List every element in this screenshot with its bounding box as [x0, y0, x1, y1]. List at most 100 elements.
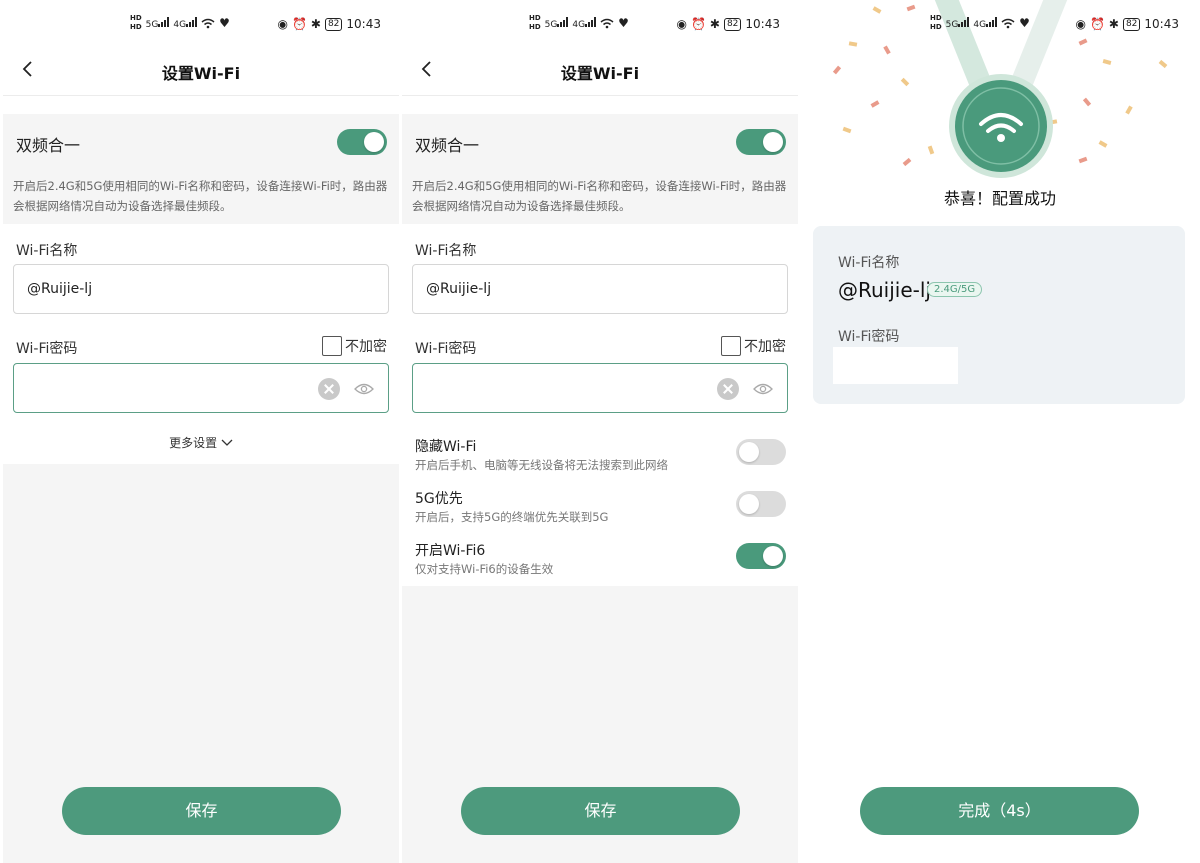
- password-input[interactable]: [13, 363, 389, 413]
- signal-4g-icon: 4G: [572, 16, 597, 30]
- success-medal: [949, 74, 1053, 178]
- more-settings-toggle[interactable]: 更多设置: [3, 434, 399, 451]
- setup-screen-expanded: HD HD 5G 4G ♥ ◉ ⏰ ✱ 82 10:43 设置Wi-Fi 双频合一…: [402, 0, 798, 863]
- wifi-icon: [600, 18, 614, 28]
- option-title: 5G优先: [415, 491, 463, 507]
- alarm-icon: ⏰: [291, 17, 307, 31]
- password-label: Wi-Fi密码: [838, 329, 900, 345]
- save-button[interactable]: 保存: [461, 787, 740, 835]
- dual-band-toggle[interactable]: [337, 129, 387, 155]
- more-settings-label: 更多设置: [169, 436, 218, 450]
- heart-icon: ♥: [618, 16, 629, 30]
- no-encrypt-checkbox[interactable]: [721, 336, 741, 356]
- show-password-icon[interactable]: [354, 381, 374, 397]
- dual-band-row: 双频合一: [402, 114, 798, 170]
- ssid-value: @Ruijie-lj: [426, 281, 492, 297]
- status-bar: HD HD 5G 4G ♥ ◉ ⏰ ✱ 82 10:43: [130, 14, 381, 31]
- save-button[interactable]: 保存: [62, 787, 341, 835]
- option-row-5g-priority: 5G优先 开启后，支持5G的终端优先关联到5G: [402, 482, 798, 534]
- page-header: 设置Wi-Fi: [402, 48, 798, 96]
- signal-5g-icon: 5G: [146, 16, 170, 30]
- eye-icon: ◉: [277, 17, 288, 31]
- ssid-value: @Ruijie-lj: [27, 281, 93, 297]
- show-password-icon[interactable]: [753, 381, 773, 397]
- confetti-piece: [832, 65, 842, 75]
- ssid-input[interactable]: @Ruijie-lj: [412, 264, 788, 314]
- password-label: Wi-Fi密码: [415, 341, 477, 357]
- signal-5g-icon: 5G: [545, 16, 569, 30]
- page-header: 设置Wi-Fi: [3, 48, 399, 96]
- bluetooth-icon: ✱: [1108, 17, 1119, 31]
- clear-icon[interactable]: [717, 378, 739, 400]
- confetti-piece: [842, 126, 852, 134]
- alarm-icon: ⏰: [690, 17, 706, 31]
- battery-icon: 82: [324, 17, 343, 31]
- dual-band-toggle[interactable]: [736, 129, 786, 155]
- no-encrypt-label: 不加密: [744, 339, 786, 355]
- wifi-icon: [962, 87, 1040, 165]
- option-subtitle: 开启后手机、电脑等无线设备将无法搜索到此网络: [415, 458, 668, 472]
- clock-time: 10:43: [745, 17, 780, 31]
- signal-4g-icon: 4G: [973, 16, 998, 30]
- password-label: Wi-Fi密码: [16, 341, 78, 357]
- dual-band-label: 双频合一: [16, 136, 81, 155]
- clock-time: 10:43: [346, 17, 381, 31]
- no-encrypt-checkbox[interactable]: [322, 336, 342, 356]
- no-encrypt-label: 不加密: [345, 339, 387, 355]
- page-title: 设置Wi-Fi: [560, 64, 640, 83]
- option-title: 隐藏Wi-Fi: [415, 439, 477, 455]
- done-button[interactable]: 完成（4s）: [860, 787, 1139, 835]
- ssid-input[interactable]: @Ruijie-lj: [13, 264, 389, 314]
- wifi-icon: [201, 18, 215, 28]
- status-bar: HD HD 5G 4G ♥ ◉ ⏰ ✱ 82 10:43: [529, 14, 780, 31]
- confetti-piece: [1078, 156, 1088, 164]
- password-value-box: [833, 347, 958, 384]
- status-bar: HD HD 5G 4G ♥ ◉ ⏰ ✱ 82 10:43: [930, 14, 1179, 31]
- clear-icon[interactable]: [318, 378, 340, 400]
- heart-icon: ♥: [1019, 16, 1030, 30]
- option-subtitle: 开启后，支持5G的终端优先关联到5G: [415, 510, 609, 524]
- confetti-piece: [1158, 59, 1168, 69]
- confetti-piece: [927, 145, 935, 155]
- confetti-piece: [1078, 38, 1088, 46]
- setup-screen-collapsed: HD HD 5G 4G ♥ ◉ ⏰ ✱ 82 10:43 设置Wi-Fi 双频合一…: [3, 0, 399, 863]
- battery-icon: 82: [723, 17, 742, 31]
- dual-band-row: 双频合一: [3, 114, 399, 170]
- wifi-icon: [1001, 18, 1015, 28]
- hide-wifi-toggle[interactable]: [736, 439, 786, 465]
- eye-icon: ◉: [1075, 17, 1086, 31]
- bluetooth-icon: ✱: [310, 17, 321, 31]
- confetti-piece: [870, 100, 880, 108]
- signal-5g-icon: 5G: [946, 16, 970, 30]
- confetti-piece: [848, 41, 858, 47]
- wifi6-toggle[interactable]: [736, 543, 786, 569]
- eye-icon: ◉: [676, 17, 687, 31]
- password-input[interactable]: [412, 363, 788, 413]
- ssid-value: @Ruijie-lj: [838, 278, 931, 302]
- option-title: 开启Wi-Fi6: [415, 543, 486, 559]
- confetti-piece: [906, 4, 916, 12]
- dual-band-description: 开启后2.4G和5G使用相同的Wi-Fi名称和密码，设备连接Wi-Fi时，路由器…: [3, 170, 399, 224]
- confetti-piece: [902, 157, 912, 167]
- success-message: 恭喜！配置成功: [943, 189, 1056, 208]
- ssid-label: Wi-Fi名称: [838, 255, 900, 271]
- heart-icon: ♥: [219, 16, 230, 30]
- confetti-piece: [1082, 97, 1092, 107]
- page-title: 设置Wi-Fi: [161, 64, 241, 83]
- ssid-label: Wi-Fi名称: [415, 243, 477, 259]
- confetti-piece: [1102, 59, 1112, 65]
- band-badge: 2.4G/5G: [927, 282, 983, 297]
- bluetooth-icon: ✱: [709, 17, 720, 31]
- option-row-hide-wifi: 隐藏Wi-Fi 开启后手机、电脑等无线设备将无法搜索到此网络: [402, 430, 798, 482]
- chevron-down-icon: [221, 439, 233, 446]
- confetti-piece: [1125, 105, 1133, 115]
- confetti-piece: [900, 77, 910, 87]
- signal-4g-icon: 4G: [173, 16, 198, 30]
- option-row-wifi6: 开启Wi-Fi6 仅对支持Wi-Fi6的设备生效: [402, 534, 798, 586]
- option-subtitle: 仅对支持Wi-Fi6的设备生效: [415, 562, 554, 576]
- wifi-info-card: Wi-Fi名称 @Ruijie-lj 2.4G/5G Wi-Fi密码: [813, 226, 1185, 404]
- 5g-priority-toggle[interactable]: [736, 491, 786, 517]
- no-encrypt-option[interactable]: 不加密: [322, 336, 387, 356]
- clock-time: 10:43: [1144, 17, 1179, 31]
- no-encrypt-option[interactable]: 不加密: [721, 336, 786, 356]
